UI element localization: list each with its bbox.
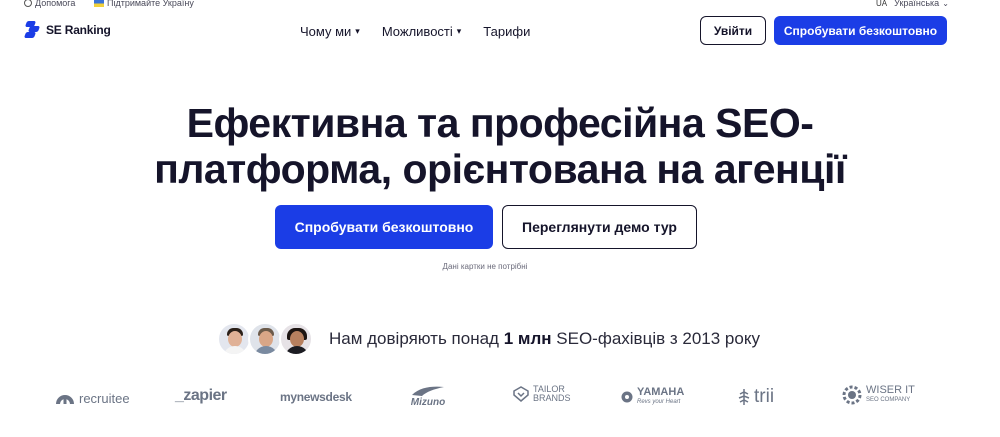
zapier-logo: _zapier	[175, 387, 227, 405]
logo[interactable]: SE Ranking	[23, 20, 111, 39]
avatar	[248, 322, 282, 356]
hero-title-line-2: платформа, орієнтована на агенції	[154, 146, 846, 192]
brands-word: BRANDS	[533, 393, 571, 403]
support-ukraine-label: Підтримайте Україну	[107, 0, 194, 8]
logo-text: SE Ranking	[46, 22, 111, 37]
mizuno-runbird-icon	[412, 386, 444, 396]
main-nav: Чому ми ▾ Можливості ▾ Тарифи	[300, 24, 530, 39]
mynewsdesk-logo: mynewsdesk	[280, 390, 352, 404]
try-free-header-button[interactable]: Спробувати безкоштовно	[774, 16, 947, 45]
header: SE Ranking Чому ми ▾ Можливості ▾ Тарифи…	[0, 16, 1000, 46]
trii-tree-icon	[738, 389, 750, 405]
seo-company-word: SEO COMPANY	[866, 397, 911, 403]
trust-prefix: Нам довіряють понад	[329, 329, 499, 348]
nav-label: Можливості	[381, 24, 453, 39]
chevron-down-icon: ▾	[355, 26, 360, 36]
help-icon	[24, 0, 32, 7]
demo-tour-button[interactable]: Переглянути демо тур	[502, 205, 697, 249]
trust-row: Нам довіряють понад 1 млн SEO-фахівців з…	[217, 322, 760, 356]
recruitee-wordmark: recruitee	[79, 391, 130, 406]
hero-actions: Спробувати безкоштовно Переглянути демо …	[275, 205, 697, 249]
language-selector[interactable]: UA Українська ⌄	[876, 0, 949, 8]
yamaha-tagline: Revs your Heart	[637, 399, 681, 405]
chevron-down-icon: ▾	[456, 26, 462, 36]
hero-title: Ефективна та професійна SEO- платформа, …	[0, 100, 1000, 192]
hero-title-line-1: Ефективна та професійна SEO-	[186, 100, 814, 146]
se-ranking-logo-icon	[23, 20, 41, 39]
avatar-group	[217, 322, 313, 356]
try-free-button[interactable]: Спробувати безкоштовно	[275, 205, 493, 249]
nav-label: Тарифи	[483, 24, 531, 39]
wiser-it-word: WISER IT	[866, 384, 915, 396]
wiser-it-wordmark: WISER IT SEO COMPANY	[866, 385, 915, 405]
trii-wordmark: trii	[754, 386, 775, 407]
recruitee-logo: recruitee	[55, 391, 130, 406]
trust-text: Нам довіряють понад 1 млн SEO-фахівців з…	[329, 329, 760, 349]
utility-bar: Допомога Підтримайте Україну UA Українсь…	[0, 0, 1000, 10]
yamaha-word: YAMAHA	[637, 386, 685, 398]
mizuno-wordmark: Mizuno	[410, 397, 446, 408]
yamaha-logo: YAMAHA Revs your Heart	[621, 387, 684, 407]
support-ukraine-link[interactable]: Підтримайте Україну	[94, 0, 194, 8]
trii-logo: trii	[738, 386, 774, 408]
help-label: Допомога	[35, 0, 76, 8]
yamaha-tuning-fork-icon	[621, 391, 633, 403]
ukraine-flag-icon	[94, 0, 104, 7]
recruitee-icon	[56, 394, 74, 404]
nav-item-features[interactable]: Можливості ▾	[382, 24, 461, 39]
wiser-it-gear-icon	[842, 385, 862, 405]
mizuno-logo: Mizuno	[410, 385, 446, 408]
login-button[interactable]: Увійти	[700, 16, 766, 45]
trust-count: 1 млн	[503, 329, 552, 348]
chevron-down-icon: ⌄	[942, 0, 949, 8]
trust-suffix: SEO-фахівців з 2013 року	[556, 329, 760, 348]
help-link[interactable]: Допомога	[24, 0, 75, 8]
mynewsdesk-wordmark: mynewsdesk	[280, 390, 352, 404]
language-label: Українська	[894, 0, 940, 8]
avatar	[279, 322, 313, 356]
nav-item-why-us[interactable]: Чому ми ▾	[300, 24, 360, 39]
tailor-brands-icon	[513, 386, 529, 402]
tailor-brands-logo: TAILOR BRANDS	[513, 385, 571, 403]
no-card-note: Дані картки не потрібні	[442, 262, 528, 271]
zapier-wordmark: _zapier	[175, 387, 227, 404]
wiser-it-logo: WISER IT SEO COMPANY	[842, 385, 915, 405]
nav-label: Чому ми	[300, 24, 352, 39]
client-logos: recruitee _zapier mynewsdesk Mizuno TAIL…	[55, 385, 935, 413]
nav-item-pricing[interactable]: Тарифи	[483, 24, 530, 39]
yamaha-wordmark: YAMAHA Revs your Heart	[637, 387, 684, 407]
tailor-brands-wordmark: TAILOR BRANDS	[533, 385, 571, 403]
language-code: UA	[876, 0, 888, 8]
avatar	[217, 322, 251, 356]
